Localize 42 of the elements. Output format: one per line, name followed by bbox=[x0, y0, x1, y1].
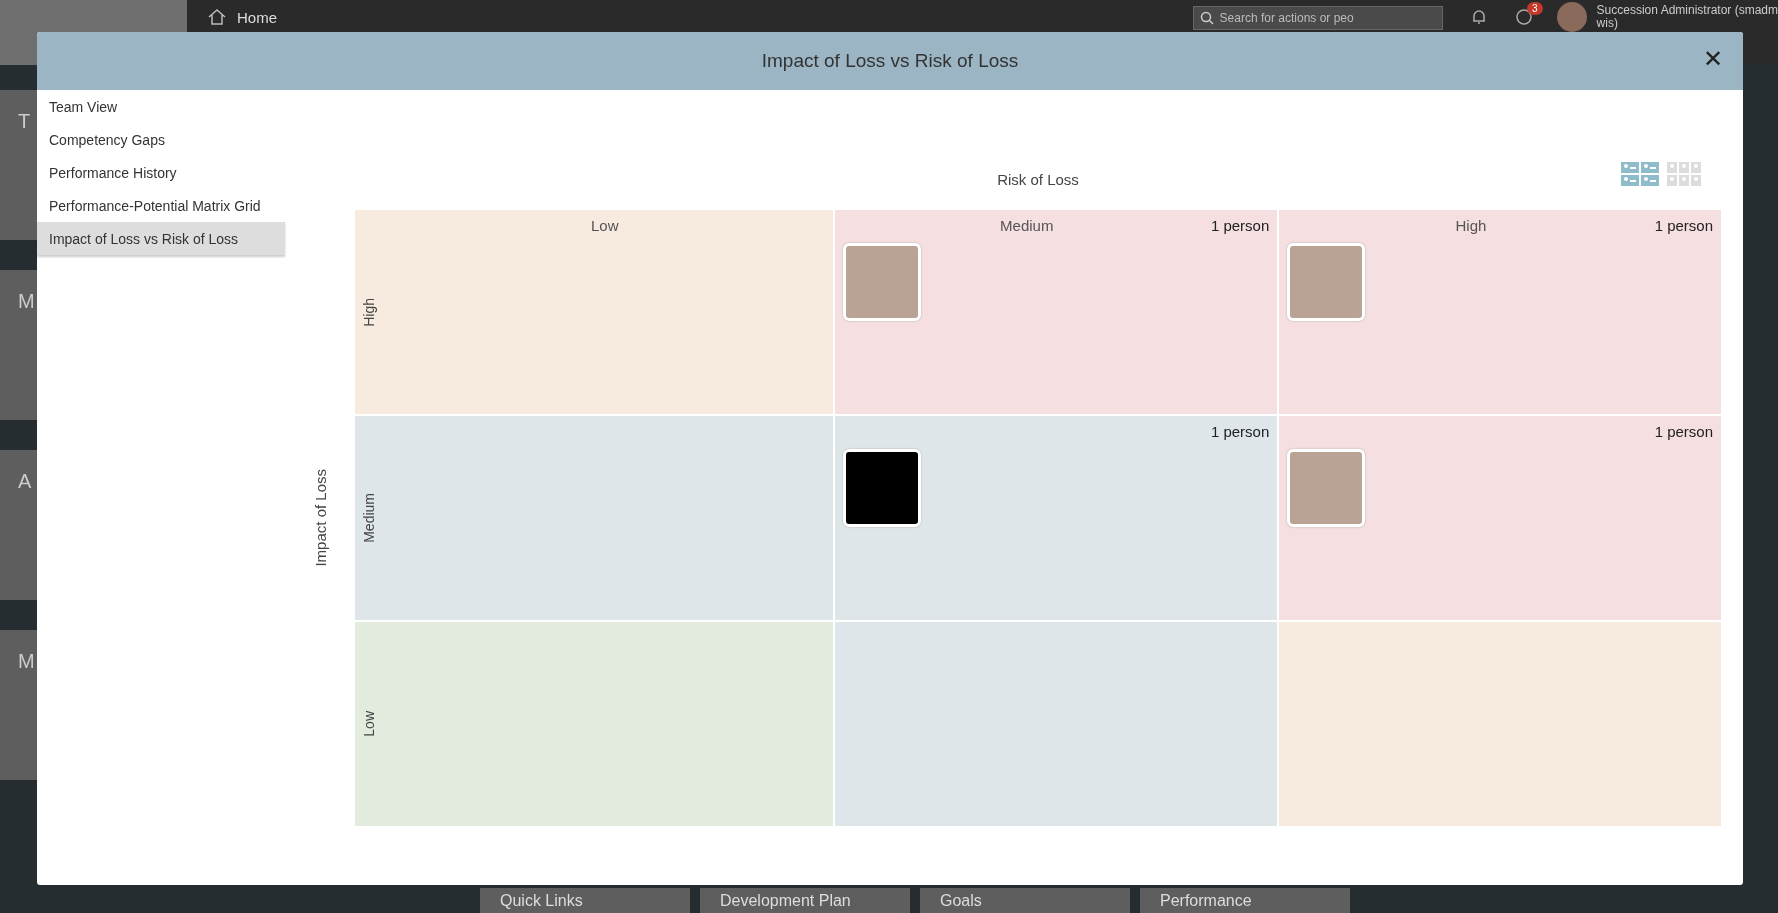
sidebar-item[interactable]: Performance-Potential Matrix Grid bbox=[37, 189, 285, 222]
column-label: Low bbox=[590, 216, 620, 234]
person-count: 1 person bbox=[1654, 422, 1713, 440]
user-name: Succession Administrator (smadm bbox=[1596, 4, 1778, 17]
tile[interactable]: Development Plan bbox=[700, 888, 910, 913]
row-label: High bbox=[361, 297, 377, 327]
background-card: M bbox=[0, 630, 37, 780]
search-field[interactable]: Search for actions or peo bbox=[1192, 6, 1443, 30]
background-card: A bbox=[0, 450, 37, 600]
sidebar-item[interactable]: Competency Gaps bbox=[37, 123, 285, 156]
list-view-button[interactable] bbox=[1621, 162, 1659, 189]
person-count: 1 person bbox=[1210, 422, 1270, 440]
sidebar-item[interactable]: Impact of Loss vs Risk of Loss bbox=[37, 222, 285, 255]
person-count: 1 person bbox=[1654, 216, 1713, 234]
row-label: Medium bbox=[361, 493, 377, 543]
user-name: wis) bbox=[1596, 17, 1619, 30]
notification-badge: 3 bbox=[1527, 2, 1543, 15]
person-count: 1 person bbox=[1210, 216, 1270, 234]
background-card: T bbox=[0, 90, 37, 240]
search-icon bbox=[1199, 11, 1214, 25]
bell-icon[interactable] bbox=[1470, 8, 1487, 26]
sidebar-item[interactable]: Performance History bbox=[37, 156, 285, 189]
home-link[interactable]: Home bbox=[237, 8, 277, 26]
column-label: Medium bbox=[999, 216, 1055, 234]
tile[interactable]: Goals bbox=[920, 888, 1130, 913]
column-label: High bbox=[1454, 216, 1488, 234]
notification-icon[interactable] bbox=[1514, 8, 1533, 26]
axis-label: Risk of Loss bbox=[997, 170, 1079, 188]
close-button[interactable]: ✕ bbox=[1696, 44, 1729, 74]
blank-photo[interactable] bbox=[842, 449, 921, 527]
row-label: Low bbox=[361, 711, 377, 737]
dialog-title: Impact of Loss vs Risk of Loss bbox=[761, 50, 1019, 72]
avatar[interactable] bbox=[1556, 2, 1587, 32]
background-card: M bbox=[0, 270, 37, 420]
tile[interactable]: Quick Links bbox=[480, 888, 690, 913]
photo-placeholder[interactable] bbox=[842, 243, 921, 321]
photo-placeholder[interactable] bbox=[1287, 243, 1366, 321]
sidebar-item[interactable]: Team View bbox=[37, 90, 285, 123]
axis-label: Impact of Loss bbox=[311, 469, 329, 567]
photo-placeholder[interactable] bbox=[1287, 449, 1366, 527]
home-icon[interactable] bbox=[207, 8, 227, 26]
tile[interactable]: Performance bbox=[1140, 888, 1350, 913]
